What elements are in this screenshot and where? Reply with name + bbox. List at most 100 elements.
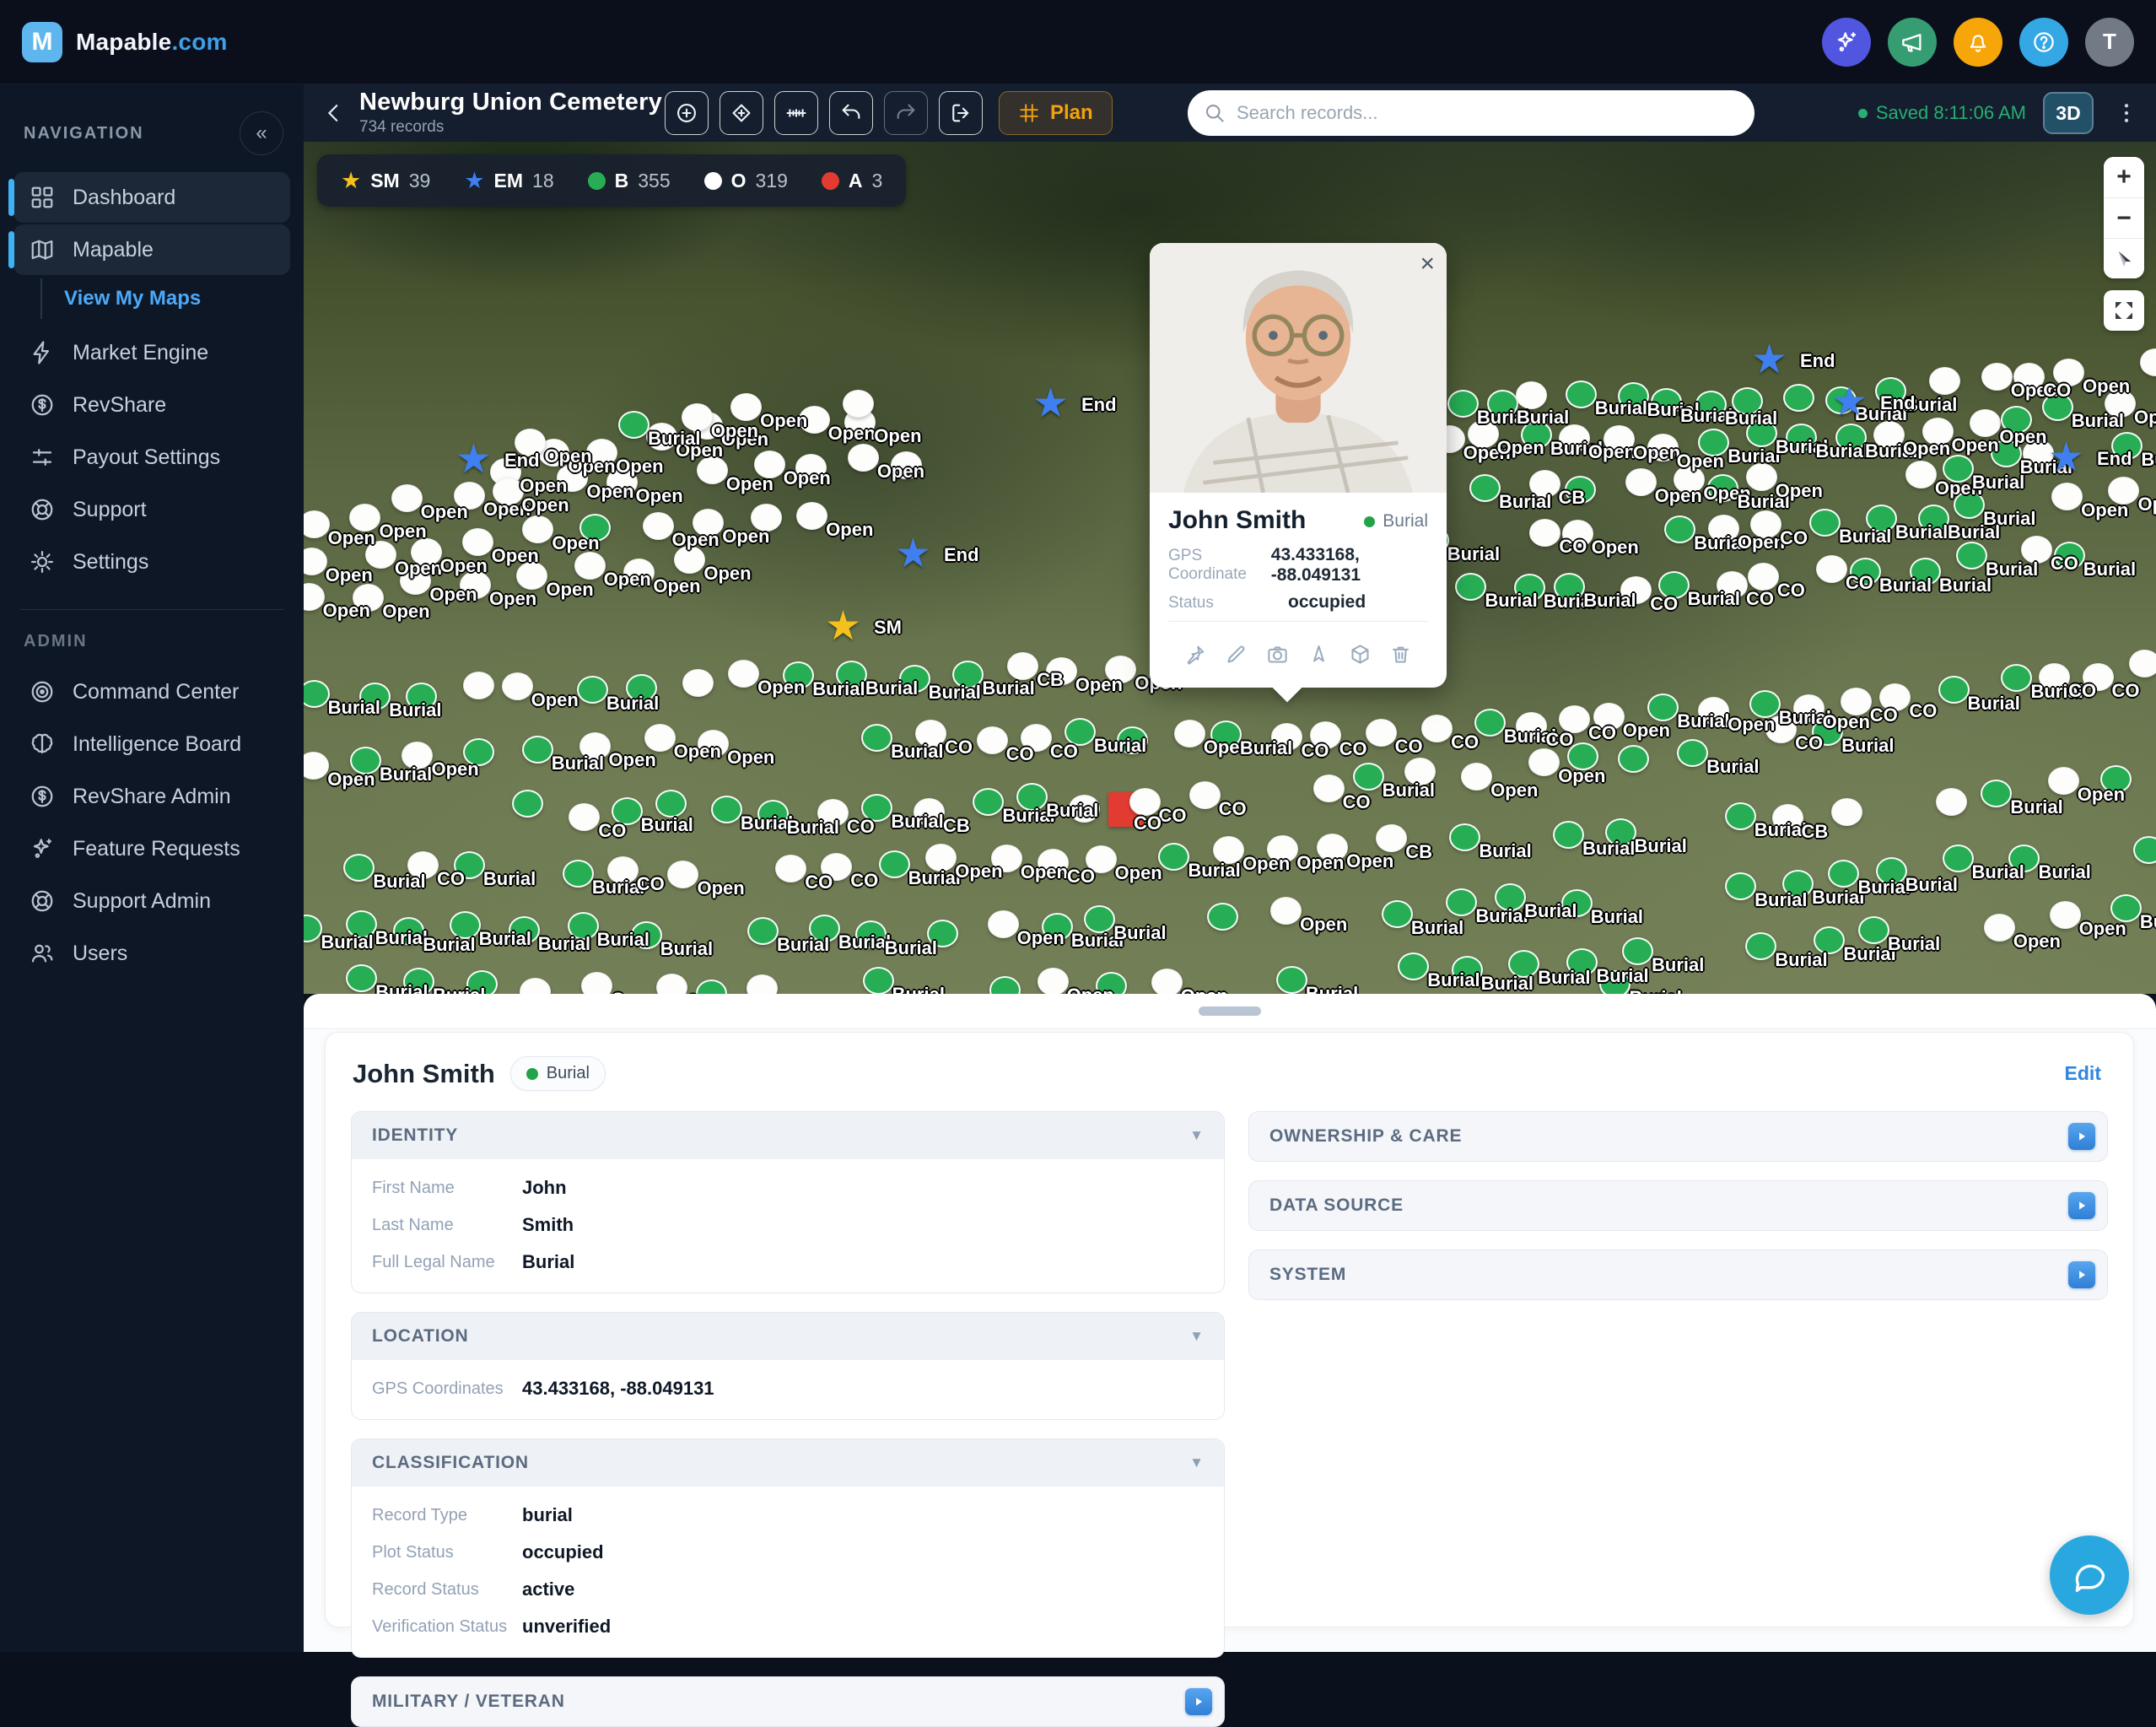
- toggle-3d-button[interactable]: 3D: [2043, 92, 2094, 134]
- more-menu-button[interactable]: [2110, 97, 2143, 129]
- map-marker-open[interactable]: [304, 752, 329, 780]
- map-marker-open[interactable]: [1647, 434, 1679, 461]
- map-marker-co[interactable]: [1189, 781, 1221, 809]
- map-marker-burial[interactable]: [1449, 823, 1480, 851]
- map-marker-burial[interactable]: [1812, 718, 1843, 746]
- sidebar-item-revshare[interactable]: RevShare: [13, 380, 290, 430]
- map-marker-open[interactable]: [730, 393, 762, 421]
- map-marker-burial[interactable]: [1866, 505, 1897, 532]
- map-marker-burial[interactable]: [1651, 388, 1682, 416]
- map-marker-co[interactable]: [569, 803, 600, 831]
- map-marker-open[interactable]: [353, 584, 384, 612]
- map-marker-burial[interactable]: [1474, 709, 1506, 737]
- map-marker-open[interactable]: [751, 504, 782, 532]
- map-marker-burial[interactable]: [612, 797, 643, 825]
- map-marker-co[interactable]: [1313, 774, 1345, 802]
- map-marker-burial[interactable]: [927, 920, 958, 947]
- map-marker-open[interactable]: [365, 541, 396, 569]
- map-marker-open[interactable]: [2048, 767, 2079, 795]
- section-header-location[interactable]: LOCATION▼: [352, 1313, 1224, 1360]
- map-marker-burial[interactable]: [757, 800, 789, 828]
- map-marker-burial[interactable]: [1876, 857, 1907, 885]
- sidebar-item-settings[interactable]: Settings: [13, 537, 290, 587]
- section-collapsed-ownership-care[interactable]: OWNERSHIP & CARE: [1248, 1111, 2108, 1162]
- map-marker-burial[interactable]: [863, 967, 894, 994]
- map-marker-open[interactable]: [799, 406, 830, 434]
- map-marker-co[interactable]: [1366, 719, 1397, 747]
- map-marker-burial[interactable]: [2133, 836, 2156, 864]
- map-marker-burial[interactable]: [711, 796, 742, 823]
- announcements-button[interactable]: [1888, 18, 1937, 67]
- map-marker-burial[interactable]: [1981, 780, 2012, 807]
- map-marker-burial[interactable]: [973, 788, 1004, 816]
- chat-button[interactable]: [2050, 1535, 2129, 1615]
- map-marker-burial[interactable]: [626, 674, 657, 702]
- map-marker-star-blue[interactable]: ★: [895, 537, 931, 571]
- map-marker-burial[interactable]: [1566, 380, 1597, 408]
- fullscreen-button[interactable]: [2104, 290, 2144, 331]
- map-marker-co[interactable]: [817, 799, 849, 827]
- ai-sparkles-button[interactable]: [1822, 18, 1871, 67]
- section-collapsed-data-source[interactable]: DATA SOURCE: [1248, 1180, 2108, 1231]
- map-marker-open[interactable]: [502, 672, 533, 700]
- map-marker-open[interactable]: [1984, 914, 2015, 942]
- map-marker-burial[interactable]: [861, 794, 892, 822]
- map-marker-burial[interactable]: [1605, 818, 1636, 846]
- map-marker-burial[interactable]: [563, 860, 594, 888]
- sidebar-admin-item-command-center[interactable]: Command Center: [13, 667, 290, 717]
- map-marker-co[interactable]: [1404, 758, 1436, 785]
- map-marker-open[interactable]: [1922, 418, 1954, 445]
- map-marker-co[interactable]: [1620, 576, 1652, 604]
- map-marker-star-blue[interactable]: ★: [1831, 386, 1868, 419]
- map-marker-open[interactable]: [754, 451, 785, 478]
- sidebar-admin-item-users[interactable]: Users: [13, 928, 290, 979]
- map-marker-burial[interactable]: [579, 514, 611, 542]
- sidebar-item-mapable[interactable]: Mapable: [13, 224, 290, 275]
- map-marker-burial[interactable]: [1487, 390, 1518, 418]
- map-marker-open[interactable]: [1267, 835, 1298, 863]
- map-marker-burial[interactable]: [1943, 845, 1974, 872]
- map-marker-burial[interactable]: [1695, 391, 1727, 418]
- map-marker-co[interactable]: [1421, 715, 1453, 742]
- map-marker-open[interactable]: [516, 562, 547, 590]
- map-marker-burial[interactable]: [1599, 970, 1630, 994]
- map-marker-open[interactable]: [1625, 468, 1657, 496]
- legend-item-a[interactable]: A3: [822, 170, 882, 192]
- map-marker-open[interactable]: [2105, 390, 2136, 418]
- map-marker-burial[interactable]: [1991, 440, 2022, 467]
- sidebar-item-market-engine[interactable]: Market Engine: [13, 327, 290, 378]
- map-marker-co[interactable]: [1816, 555, 1847, 583]
- map-marker-co[interactable]: [1376, 824, 1407, 852]
- map-marker-co[interactable]: [775, 855, 806, 882]
- map-marker-burial[interactable]: [2100, 765, 2132, 793]
- avatar[interactable]: T: [2085, 18, 2134, 67]
- map-marker-burial[interactable]: [1835, 424, 1867, 451]
- sidebar-admin-item-revshare-admin[interactable]: RevShare Admin: [13, 771, 290, 822]
- map-marker-star-blue[interactable]: ★: [2048, 441, 2084, 475]
- map-marker-burial[interactable]: [1618, 745, 1649, 773]
- map-marker-open[interactable]: [667, 861, 698, 888]
- section-header-classification[interactable]: CLASSIFICATION▼: [352, 1439, 1224, 1487]
- brand[interactable]: M Mapable.com: [22, 22, 228, 62]
- map-marker-burial[interactable]: [450, 911, 481, 939]
- close-icon[interactable]: ×: [1420, 251, 1435, 277]
- map-marker-burial[interactable]: [1207, 903, 1238, 931]
- map-marker-open[interactable]: [682, 403, 713, 431]
- add-plot-button[interactable]: [720, 91, 763, 135]
- map-marker-burial[interactable]: [1956, 542, 1987, 569]
- map-marker-burial[interactable]: [2008, 845, 2040, 872]
- map-marker-burial[interactable]: [359, 683, 391, 710]
- legend-item-b[interactable]: B355: [588, 170, 671, 192]
- map-marker-open[interactable]: [891, 451, 922, 479]
- map-marker-burial[interactable]: [568, 912, 599, 940]
- map-marker-open[interactable]: [1086, 845, 1117, 873]
- map-marker-open[interactable]: [304, 583, 325, 611]
- map-marker-open[interactable]: [693, 509, 724, 537]
- map-marker-open[interactable]: [1674, 466, 1705, 494]
- map-marker-burial[interactable]: [343, 854, 375, 882]
- edit-button[interactable]: Edit: [2065, 1062, 2108, 1085]
- map-marker-burial[interactable]: [655, 790, 687, 818]
- map-marker-open[interactable]: [656, 974, 687, 994]
- map-marker-open[interactable]: [460, 571, 491, 599]
- map-marker-open[interactable]: [988, 910, 1019, 938]
